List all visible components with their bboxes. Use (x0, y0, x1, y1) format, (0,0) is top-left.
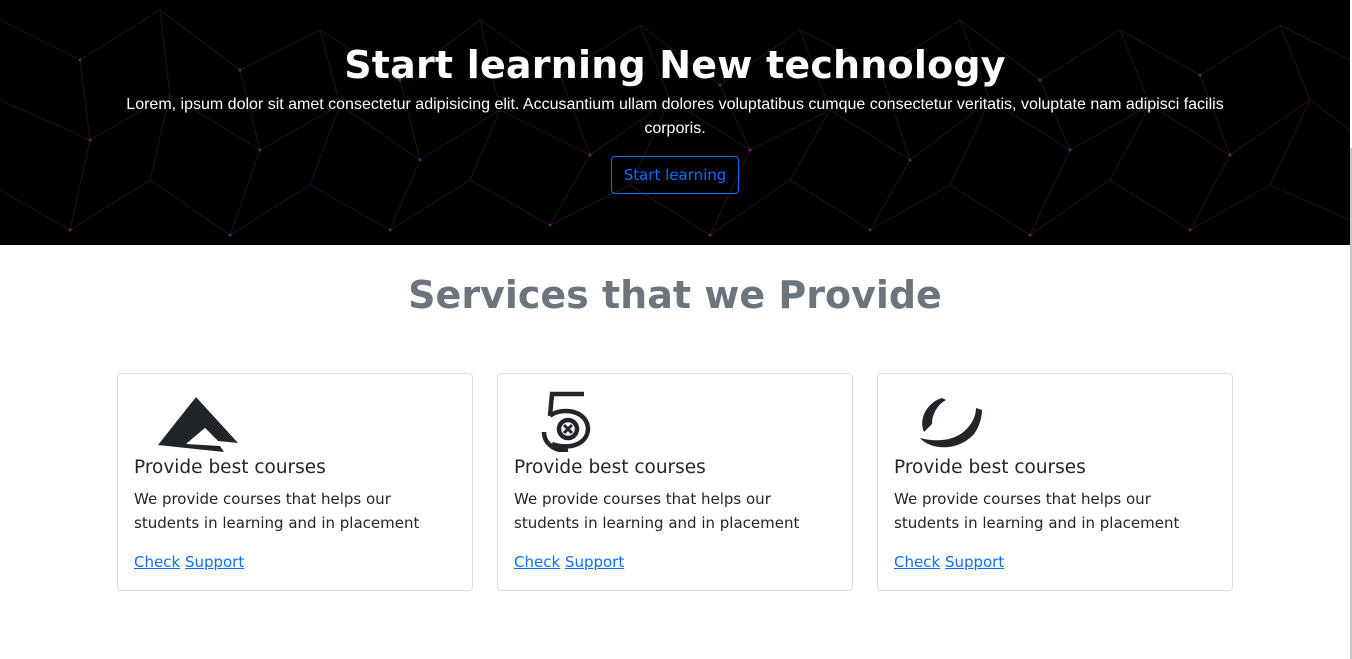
hero-title: Start learning New technology (344, 43, 1006, 87)
hero-section: Start learning New technology Lorem, ips… (0, 0, 1350, 245)
check-link[interactable]: Check (134, 553, 180, 571)
card-text: We provide courses that helps our studen… (514, 490, 800, 532)
support-link[interactable]: Support (945, 553, 1004, 571)
check-link[interactable]: Check (894, 553, 940, 571)
card-links: Check Support (894, 551, 1004, 573)
card-text: We provide courses that helps our studen… (134, 490, 420, 532)
card-text: We provide courses that helps our studen… (894, 490, 1180, 532)
services-heading: Services that we Provide (408, 273, 942, 317)
hero-content: Start learning New technology Lorem, ips… (0, 0, 1350, 194)
card-title: Provide best courses (894, 457, 1086, 478)
service-card: Provide best courses We provide courses … (117, 373, 473, 591)
support-link[interactable]: Support (185, 553, 244, 571)
card-links: Check Support (514, 551, 624, 573)
start-learning-button[interactable]: Start learning (610, 156, 740, 194)
card-title: Provide best courses (514, 457, 706, 478)
arrow-logo-icon (158, 397, 238, 452)
service-card: Provide best courses We provide courses … (877, 373, 1233, 591)
five-hundred-px-icon (541, 391, 591, 452)
service-card: Provide best courses We provide courses … (497, 373, 853, 591)
card-title: Provide best courses (134, 457, 326, 478)
wave-logo-icon (920, 398, 982, 448)
hero-description: Lorem, ipsum dolor sit amet consectetur … (126, 96, 1224, 137)
support-link[interactable]: Support (565, 553, 624, 571)
check-link[interactable]: Check (514, 553, 560, 571)
card-links: Check Support (134, 551, 244, 573)
